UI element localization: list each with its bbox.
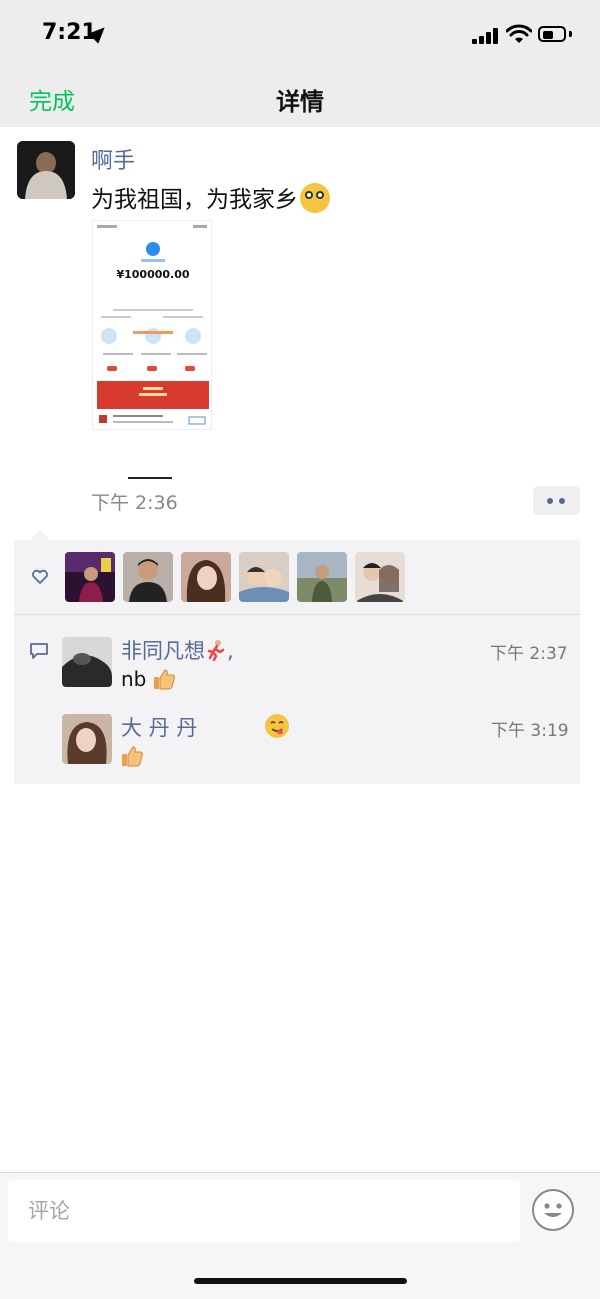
yum-face-emoji-icon <box>264 713 290 739</box>
comment-time: 下午 3:19 <box>491 721 569 741</box>
runner-emoji-icon <box>205 639 227 662</box>
commenter-avatar[interactable] <box>62 714 112 764</box>
post-text-content: 为我祖国，为我家乡 <box>91 187 298 213</box>
divider <box>128 477 172 479</box>
poster-avatar[interactable] <box>17 141 75 199</box>
commenter-avatar[interactable] <box>62 637 112 687</box>
post-image[interactable]: ¥100000.00 <box>92 220 212 430</box>
like-avatar[interactable] <box>123 552 173 602</box>
thumbs-up-icon <box>122 746 143 767</box>
like-avatar[interactable] <box>355 552 405 602</box>
like-avatar[interactable] <box>297 552 347 602</box>
comment-icon <box>30 643 48 659</box>
commenter-name[interactable]: 大 丹 丹 <box>121 712 290 742</box>
post-text: 为我祖国，为我家乡 <box>91 180 330 214</box>
wifi-icon <box>506 24 532 43</box>
battery-icon <box>538 26 566 42</box>
comment-text <box>121 744 143 768</box>
commenter-name-text: 大 丹 丹 <box>121 716 198 740</box>
dizzy-face-emoji-icon <box>300 183 330 213</box>
comment-input[interactable] <box>8 1180 520 1242</box>
post-time: 下午 2:36 <box>91 492 178 514</box>
smiley-icon <box>544 1203 562 1217</box>
more-button[interactable] <box>533 486 580 515</box>
commenter-name-text: 非同凡想 <box>121 639 205 663</box>
screenshot-amount: ¥100000.00 <box>116 268 190 281</box>
like-avatar[interactable] <box>181 552 231 602</box>
panel-notch <box>30 530 50 540</box>
like-avatar[interactable] <box>65 552 115 602</box>
battery-tip <box>569 31 572 37</box>
like-avatar[interactable] <box>239 552 289 602</box>
poster-name[interactable]: 啊手 <box>91 143 135 175</box>
heart-icon <box>32 569 48 584</box>
page-title: 详情 <box>276 88 324 116</box>
comment-text-content: nb <box>121 667 147 691</box>
comment-text: nb <box>121 667 175 691</box>
comment-time: 下午 2:37 <box>490 644 568 664</box>
commenter-name-suffix: , <box>227 639 234 663</box>
emoji-button[interactable] <box>532 1189 574 1231</box>
commenter-name[interactable]: 非同凡想 , <box>121 635 234 665</box>
home-indicator <box>194 1278 407 1284</box>
thumbs-up-icon <box>153 669 175 690</box>
divider <box>14 614 580 615</box>
signal-icon <box>472 28 498 44</box>
